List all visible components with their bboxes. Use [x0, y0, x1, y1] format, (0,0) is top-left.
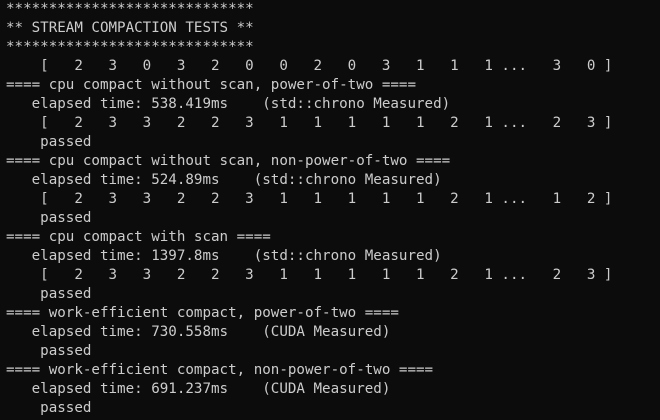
elapsed-time-line: elapsed time: 691.237ms (CUDA Measured): [6, 381, 391, 397]
test-header: ==== work-efficient compact, power-of-tw…: [6, 305, 399, 321]
banner-border-top: *****************************: [6, 1, 254, 17]
test-header: ==== cpu compact without scan, non-power…: [6, 153, 451, 169]
test-status-line: passed: [6, 286, 92, 302]
elapsed-time-line: elapsed time: 730.558ms (CUDA Measured): [6, 324, 391, 340]
banner-title: ** STREAM COMPACTION TESTS **: [6, 20, 254, 36]
terminal-output[interactable]: ***************************** ** STREAM …: [0, 0, 660, 420]
elapsed-time-line: elapsed time: 1397.8ms (std::chrono Meas…: [6, 248, 442, 264]
test-status-line: passed: [6, 400, 92, 416]
test-header: ==== cpu compact with scan ====: [6, 229, 271, 245]
elapsed-time-line: elapsed time: 524.89ms (std::chrono Meas…: [6, 172, 442, 188]
test-status-line: passed: [6, 343, 92, 359]
result-array-line: [ 2 3 3 2 2 3 1 1 1 1 1 2 1 ... 2 3 ]: [6, 267, 613, 283]
test-status-line: passed: [6, 134, 92, 150]
test-status-line: passed: [6, 210, 92, 226]
test-header: ==== work-efficient compact, non-power-o…: [6, 362, 434, 378]
result-array-line: [ 2 3 3 2 2 3 1 1 1 1 1 2 1 ... 2 3 ]: [6, 115, 613, 131]
test-header: ==== cpu compact without scan, power-of-…: [6, 77, 416, 93]
input-array-line: [ 2 3 0 3 2 0 0 2 0 3 1 1 1 ... 3 0 ]: [6, 58, 613, 74]
result-array-line: [ 2 3 3 2 2 3 1 1 1 1 1 2 1 ... 1 2 ]: [6, 191, 613, 207]
elapsed-time-line: elapsed time: 538.419ms (std::chrono Mea…: [6, 96, 451, 112]
banner-border-bottom: *****************************: [6, 39, 254, 55]
